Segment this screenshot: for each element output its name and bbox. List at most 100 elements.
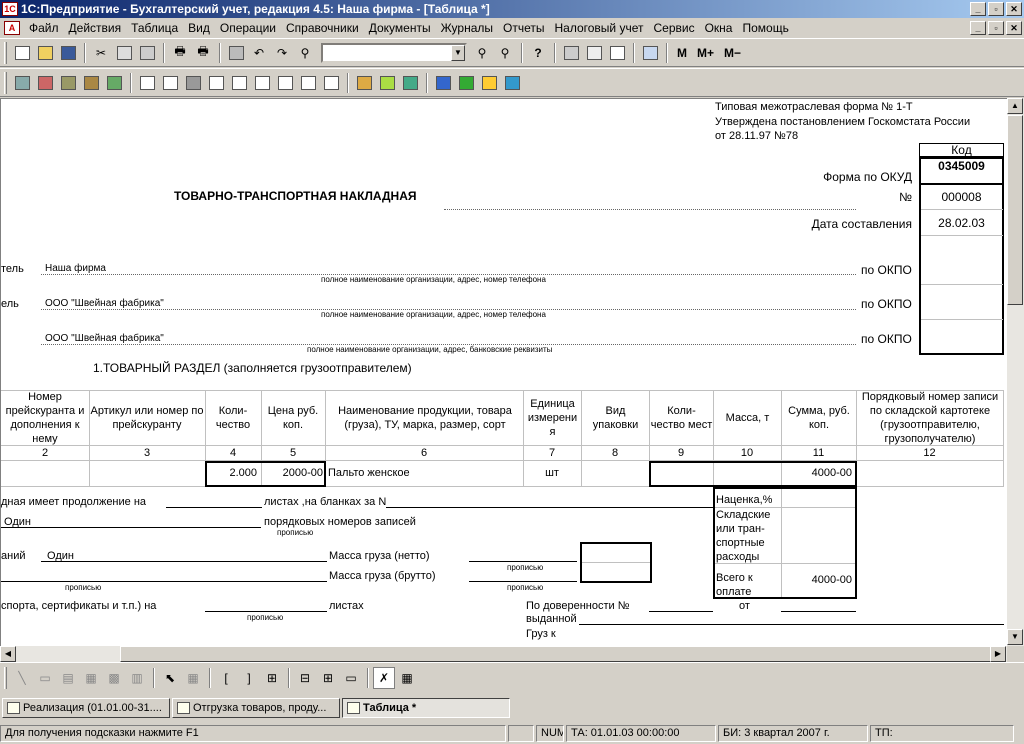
party-2-name[interactable]: ООО "Швейная фабрика" [45,298,164,309]
row-unit[interactable]: шт [523,467,581,479]
menu-actions[interactable]: Действия [64,21,127,35]
ruler-icon[interactable]: ▭ [340,667,362,689]
row-price[interactable]: 2000-00 [261,467,325,479]
print-icon[interactable]: 🖶 [169,42,191,64]
spreadsheet-document[interactable]: Типовая межотраслевая форма № 1-Т Утверж… [0,98,1007,646]
report-5-icon[interactable] [228,72,250,94]
row-sum[interactable]: 4000-00 [781,467,854,479]
status-bi[interactable]: БИ: 3 квартал 2007 г. [718,725,868,742]
find-next-icon[interactable]: ⚲ [471,42,493,64]
scroll-down-button[interactable]: ▼ [1007,629,1023,645]
align-icon[interactable]: ⊞ [261,667,283,689]
bracket-right-icon[interactable]: ] [238,667,260,689]
formula-icon[interactable]: ✗ [373,666,395,689]
horizontal-scroll-thumb[interactable] [120,646,1000,662]
journal-icon[interactable] [57,72,79,94]
text-tool-icon[interactable]: ▤ [57,667,79,689]
scroll-right-button[interactable]: ▶ [990,646,1006,662]
columns-icon[interactable]: ⊞ [317,667,339,689]
select-tool-icon[interactable]: ⬉ [159,667,181,689]
task-shipment[interactable]: Отгрузка товаров, проду... [172,698,340,718]
chart-tool-icon[interactable]: ▥ [126,667,148,689]
info-3-icon[interactable] [478,72,500,94]
new-icon[interactable] [11,42,33,64]
search-combo[interactable]: ▼ [321,42,467,63]
report-2-icon[interactable] [159,72,181,94]
task-table[interactable]: Таблица * [342,698,510,718]
report-7-icon[interactable] [274,72,296,94]
picture-tool-icon[interactable]: ▦ [80,667,102,689]
rectangle-tool-icon[interactable]: ▭ [34,667,56,689]
help-icon[interactable]: ? [527,42,549,64]
menu-service[interactable]: Сервис [648,21,699,35]
document-icon[interactable]: A [4,21,20,35]
menu-file[interactable]: Файл [24,21,64,35]
report-4-icon[interactable] [205,72,227,94]
info-1-icon[interactable] [432,72,454,94]
menu-operations[interactable]: Операции [215,21,281,35]
table-icon[interactable] [606,42,628,64]
open-icon[interactable] [34,42,56,64]
scroll-up-button[interactable]: ▲ [1007,98,1023,114]
tools-icon[interactable] [103,72,125,94]
memory-plus-button[interactable]: М+ [692,46,719,60]
menu-journals[interactable]: Журналы [436,21,498,35]
calculator-icon[interactable] [560,42,582,64]
info-2-icon[interactable] [455,72,477,94]
calendar-icon[interactable] [583,42,605,64]
vertical-scroll-thumb[interactable] [1007,115,1023,305]
toolbar-grip-2[interactable] [4,71,7,94]
horizontal-scrollbar[interactable]: ◀ ▶ [0,646,1007,662]
cut-icon[interactable]: ✂ [90,42,112,64]
paste-icon[interactable] [136,42,158,64]
menu-tax[interactable]: Налоговый учет [549,21,648,35]
print-preview-icon[interactable]: 🖶 [192,42,214,64]
table-grid-icon[interactable]: ▦ [396,667,418,689]
menu-reports[interactable]: Отчеты [498,21,549,35]
party-3-name[interactable]: ООО "Швейная фабрика" [45,333,164,344]
find-icon[interactable]: ⚲ [294,42,316,64]
status-tp[interactable]: ТП: [870,725,1014,742]
memory-button[interactable]: М [672,46,692,60]
okud-value[interactable]: 0345009 [919,159,1004,173]
row-product-name[interactable]: Пальто женское [328,467,410,479]
menu-help[interactable]: Помощь [737,21,793,35]
ole-tool-icon[interactable]: ▩ [103,667,125,689]
redo-icon[interactable]: ↷ [271,42,293,64]
report-8-icon[interactable] [297,72,319,94]
accounts-icon[interactable] [11,72,33,94]
ledger-icon[interactable] [80,72,102,94]
menu-table[interactable]: Таблица [126,21,183,35]
report-1-icon[interactable] [136,72,158,94]
copy-icon[interactable] [113,42,135,64]
maximize-button[interactable]: ▫ [988,2,1004,16]
find-prev-icon[interactable]: ⚲ [494,42,516,64]
wizard-2-icon[interactable] [376,72,398,94]
row-qty[interactable]: 2.000 [207,467,259,479]
doc-date-value[interactable]: 28.02.03 [919,216,1004,230]
toolbar-grip-3[interactable] [4,666,7,689]
menu-windows[interactable]: Окна [700,21,738,35]
doc-restore-button[interactable]: ▫ [988,21,1004,35]
grid-tool-icon[interactable]: ▦ [182,667,204,689]
bracket-left-icon[interactable]: [ [215,667,237,689]
status-ta[interactable]: ТА: 01.01.03 00:00:00 [566,725,716,742]
doc-minimize-button[interactable]: _ [970,21,986,35]
book-icon[interactable] [639,42,661,64]
save-icon[interactable] [57,42,79,64]
report-3-icon[interactable] [182,72,204,94]
menu-documents[interactable]: Документы [364,21,436,35]
task-realization[interactable]: Реализация (01.01.00-31.... [2,698,170,718]
info-4-icon[interactable] [501,72,523,94]
line-tool-icon[interactable]: ╲ [11,667,33,689]
report-6-icon[interactable] [251,72,273,94]
undo-icon[interactable]: ↶ [248,42,270,64]
table-properties-icon[interactable] [225,42,247,64]
operations-icon[interactable] [34,72,56,94]
wizard-3-icon[interactable] [399,72,421,94]
merge-icon[interactable]: ⊟ [294,667,316,689]
wizard-1-icon[interactable] [353,72,375,94]
doc-close-button[interactable]: ✕ [1006,21,1022,35]
close-button[interactable]: ✕ [1006,2,1022,16]
menu-view[interactable]: Вид [183,21,215,35]
